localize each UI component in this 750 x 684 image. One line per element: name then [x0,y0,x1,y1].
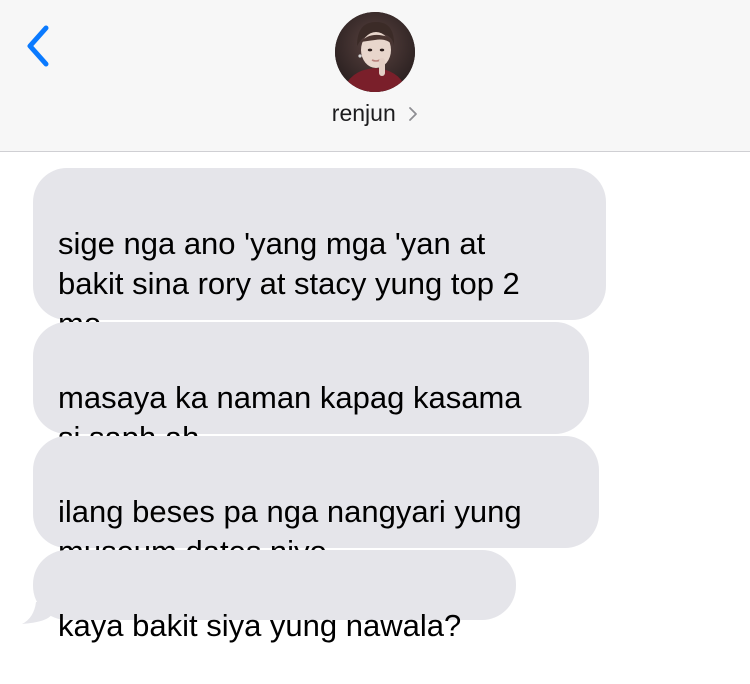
message-bubble[interactable]: masaya ka naman kapag kasama si saph ah [33,322,589,455]
contact-name-button[interactable]: renjun [0,100,750,127]
message-thread: sige nga ano 'yang mga 'yan at bakit sin… [0,152,750,684]
avatar[interactable] [335,12,415,92]
contact-name: renjun [331,100,396,126]
message-bubble[interactable]: kaya bakit siya yung nawala? [33,550,516,643]
back-button[interactable] [18,22,62,70]
message-text: kaya bakit siya yung nawala? [58,608,462,643]
chevron-left-icon [27,25,49,67]
conversation-header: renjun [0,0,750,152]
message-bubble[interactable]: ilang beses pa nga nangyari yung museum … [33,436,599,569]
message-bubble[interactable]: sige nga ano 'yang mga 'yan at bakit sin… [33,168,606,341]
chevron-right-icon [409,106,418,121]
avatar-photo [335,12,415,92]
